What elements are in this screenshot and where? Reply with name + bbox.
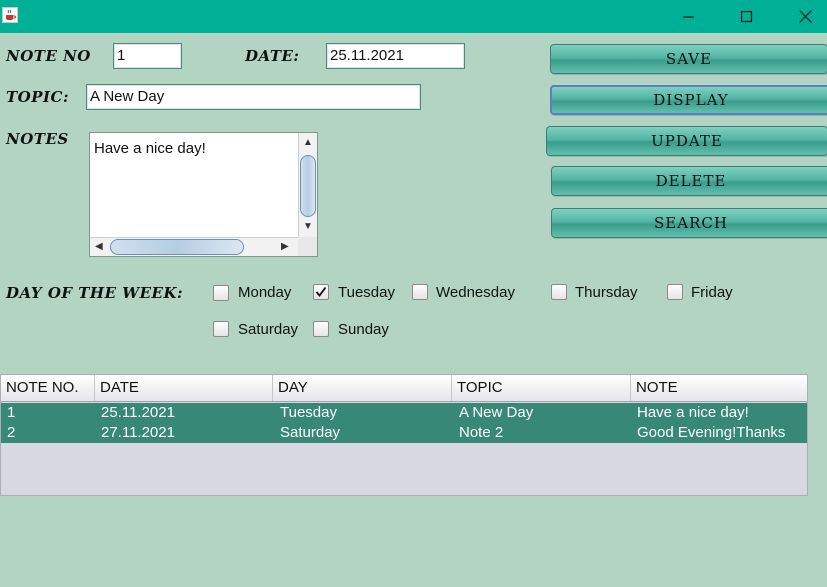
display-button[interactable]: DISPLAY xyxy=(550,85,827,115)
table-cell: Tuesday xyxy=(280,404,337,421)
day-of-week-label: DAY OF THE WEEK: xyxy=(6,284,184,302)
horizontal-scrollbar[interactable]: ◀ ▶ xyxy=(90,237,298,256)
checkbox-saturday[interactable] xyxy=(213,321,229,337)
note-no-field[interactable]: 1 xyxy=(113,43,182,69)
checkbox-thursday[interactable] xyxy=(551,284,567,300)
close-icon xyxy=(798,10,812,23)
notes-table[interactable]: NOTE NO. DATE DAY TOPIC NOTE 1 25.11.202… xyxy=(0,374,808,496)
column-header-day[interactable]: DAY xyxy=(273,375,452,401)
checkbox-monday[interactable] xyxy=(213,285,229,301)
notes-label: NOTES xyxy=(6,130,69,148)
vertical-scroll-thumb[interactable] xyxy=(300,155,316,217)
checkbox-label-tuesday: Tuesday xyxy=(338,284,395,301)
minimize-icon xyxy=(683,15,694,18)
column-header-note[interactable]: NOTE xyxy=(631,375,807,401)
column-header-topic[interactable]: TOPIC xyxy=(452,375,631,401)
table-row[interactable]: 1 25.11.2021 Tuesday A New Day Have a ni… xyxy=(1,403,807,423)
checkbox-label-sunday: Sunday xyxy=(338,321,389,338)
search-button[interactable]: SEARCH xyxy=(551,208,827,238)
horizontal-scroll-thumb[interactable] xyxy=(110,239,244,255)
checkbox-label-thursday: Thursday xyxy=(575,284,638,301)
check-icon xyxy=(315,286,327,297)
date-field[interactable]: 25.11.2021 xyxy=(326,43,465,69)
topic-field[interactable]: A New Day xyxy=(86,84,421,110)
column-header-note-no[interactable]: NOTE NO. xyxy=(1,375,95,401)
title-bar xyxy=(0,0,827,33)
checkbox-label-saturday: Saturday xyxy=(238,321,299,338)
table-cell: Good Evening!Thanks xyxy=(637,424,786,441)
scroll-down-icon[interactable]: ▼ xyxy=(303,222,313,232)
maximize-button[interactable] xyxy=(718,0,776,33)
maximize-icon xyxy=(741,10,753,22)
minimize-button[interactable] xyxy=(660,0,718,33)
scroll-left-icon[interactable]: ◀ xyxy=(95,242,103,252)
table-cell: Note 2 xyxy=(459,424,504,441)
update-button[interactable]: UPDATE xyxy=(546,126,827,156)
table-cell: Saturday xyxy=(280,424,341,441)
checkbox-label-friday: Friday xyxy=(691,284,733,301)
vertical-scrollbar[interactable]: ▲ ▼ xyxy=(298,133,317,238)
delete-button[interactable]: DELETE xyxy=(551,166,827,196)
java-cup-icon[interactable] xyxy=(2,7,18,23)
checkbox-wednesday[interactable] xyxy=(412,284,428,300)
table-row[interactable]: 2 27.11.2021 Saturday Note 2 Good Evenin… xyxy=(1,423,807,443)
notes-textarea[interactable]: Have a nice day! ▲ ▼ ◀ ▶ xyxy=(89,132,318,257)
column-header-date[interactable]: DATE xyxy=(95,375,273,401)
topic-label: TOPIC: xyxy=(6,88,69,106)
scroll-right-icon[interactable]: ▶ xyxy=(281,242,289,252)
table-cell: 27.11.2021 xyxy=(101,424,175,441)
table-header: NOTE NO. DATE DAY TOPIC NOTE xyxy=(1,375,807,402)
scroll-up-icon[interactable]: ▲ xyxy=(303,138,313,148)
checkbox-sunday[interactable] xyxy=(313,321,329,337)
close-button[interactable] xyxy=(776,0,827,33)
checkbox-label-wednesday: Wednesday xyxy=(436,284,515,301)
table-cell: 25.11.2021 xyxy=(101,404,175,421)
table-cell: 2 xyxy=(7,424,16,441)
date-label: DATE: xyxy=(245,47,300,65)
checkbox-label-monday: Monday xyxy=(238,284,292,301)
note-no-label: NOTE NO xyxy=(6,47,91,65)
scroll-corner xyxy=(298,237,317,256)
table-cell: Have a nice day! xyxy=(637,404,749,421)
table-cell: A New Day xyxy=(459,404,534,421)
table-cell: 1 xyxy=(7,404,16,421)
checkbox-tuesday[interactable] xyxy=(313,284,329,300)
checkbox-friday[interactable] xyxy=(667,284,683,300)
save-button[interactable]: SAVE xyxy=(550,44,827,74)
notes-text: Have a nice day! xyxy=(94,140,206,157)
